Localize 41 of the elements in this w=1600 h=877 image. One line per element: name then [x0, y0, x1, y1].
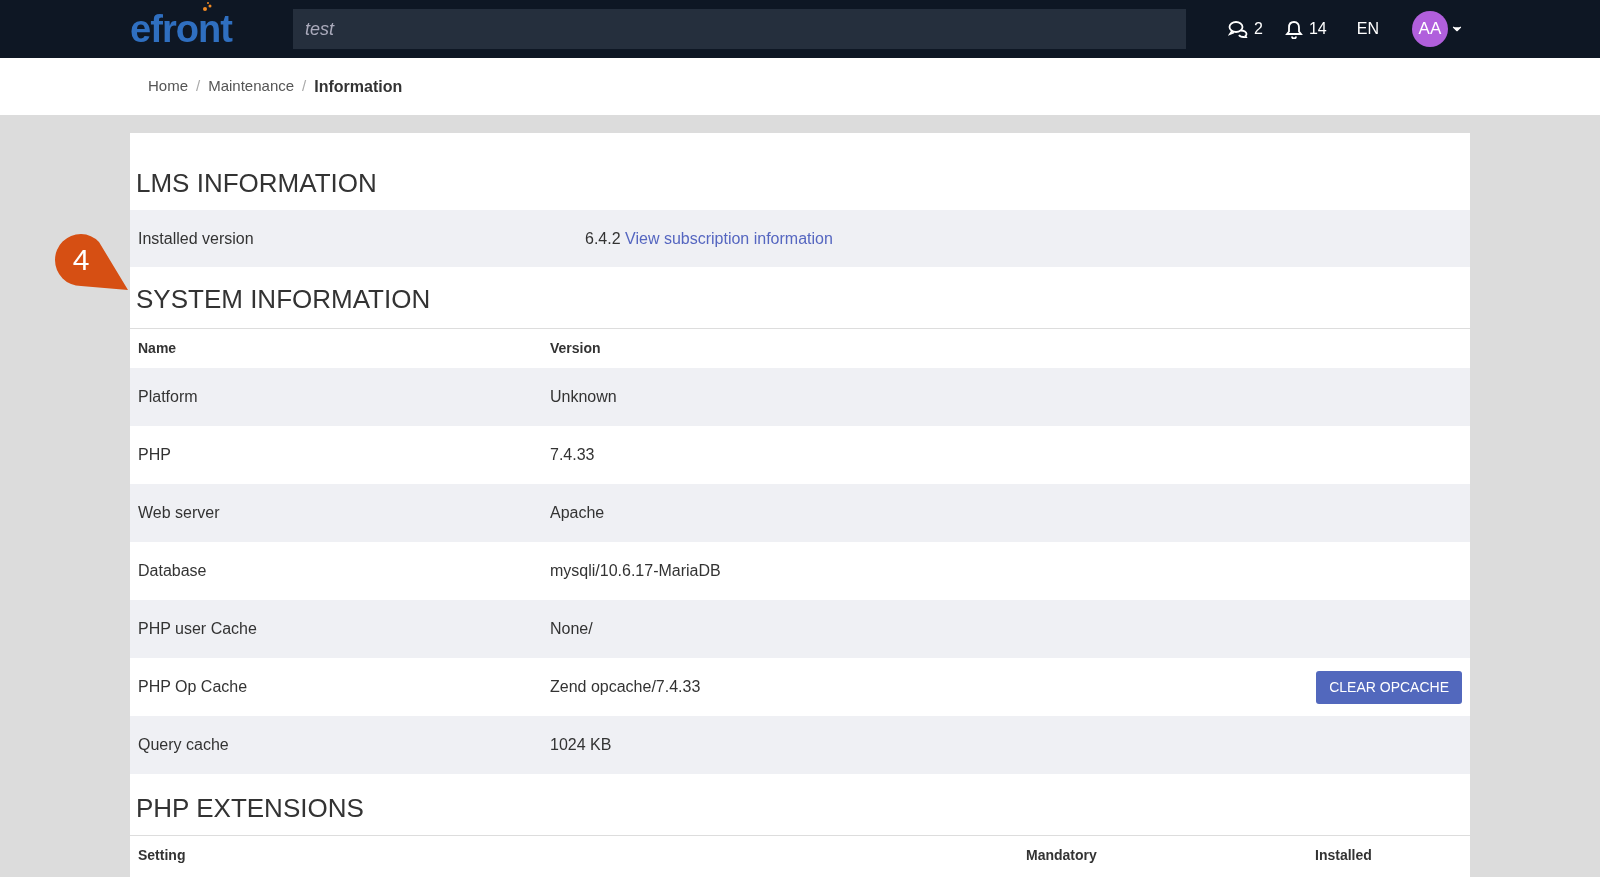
column-header: Setting — [138, 846, 187, 865]
table-cell-text: Query cache — [138, 735, 230, 755]
table-cell-text: 6.4.2 View subscription information — [585, 228, 833, 249]
table-cell-text: Apache — [550, 503, 605, 523]
table-cell-text: Unknown — [550, 387, 617, 407]
table-cell-text: PHP user Cache — [138, 619, 258, 639]
column-header: Name — [138, 339, 178, 358]
table-cell-text: None/ — [550, 619, 593, 639]
breadcrumb-item[interactable]: Home — [148, 75, 188, 98]
column-header: Version — [550, 339, 601, 358]
breadcrumb-item[interactable]: Maintenance — [208, 75, 295, 98]
table-cell-text: 1024 KB — [550, 735, 612, 755]
message-count[interactable]: 2 — [1254, 17, 1263, 41]
callout-marker: 4 — [55, 234, 129, 290]
column-header: Mandatory — [1026, 846, 1098, 865]
breadcrumb-separator: / — [302, 76, 307, 97]
notification-count[interactable]: 14 — [1308, 17, 1327, 41]
table-cell-text: 7.4.33 — [550, 445, 595, 465]
column-header: Installed — [1315, 846, 1372, 865]
table-cell-text: Platform — [138, 387, 199, 407]
table-cell-text: mysqli/10.6.17-MariaDB — [550, 561, 721, 581]
breadcrumb-item: Information — [314, 76, 403, 97]
table-cell-text: PHP — [138, 445, 172, 465]
table-cell-text: Zend opcache/7.4.33 — [550, 677, 701, 697]
language-selector[interactable]: EN — [1356, 17, 1379, 41]
section-heading: LMS INFORMATION — [136, 167, 377, 200]
table-cell-text: Database — [138, 561, 208, 581]
search-field[interactable]: test — [293, 9, 1186, 49]
avatar[interactable]: AA — [1411, 11, 1448, 47]
table-cell-text: Web server — [138, 503, 221, 523]
bell-icon — [1284, 19, 1303, 39]
section-heading: PHP EXTENSIONS — [136, 792, 364, 825]
breadcrumb-separator: / — [196, 76, 201, 97]
sparks-icon — [202, 2, 214, 12]
chat-icon — [1228, 20, 1248, 38]
subscription-link[interactable]: View subscription information — [625, 229, 833, 247]
table-cell-text: PHP Op Cache — [138, 677, 249, 697]
clear-opcache-button[interactable]: CLEAR OPCACHE — [1316, 670, 1462, 704]
table-cell-text: Installed version — [138, 228, 255, 249]
section-heading: SYSTEM INFORMATION — [136, 283, 431, 316]
logo[interactable]: efront — [130, 10, 232, 48]
